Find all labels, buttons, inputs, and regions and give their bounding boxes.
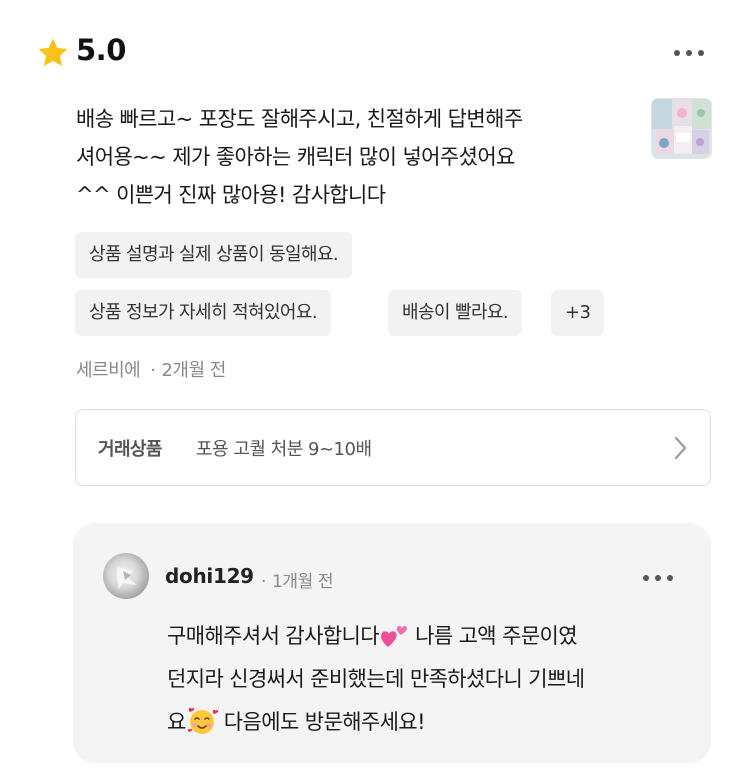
product-label: 거래상품 [98,439,162,460]
seller-avatar[interactable] [103,553,149,599]
review-meta: 세르비에 · 2개월 전 [76,356,226,382]
rating-score: 5.0 [76,33,126,67]
reply-line: 구매해주셔서 감사합니다 나름 고액 주문이였 [167,615,697,658]
separator: · [150,360,156,381]
reply-text-segment: 요 [167,710,186,734]
reply-text-segment: 다음에도 방문해주세요! [217,710,426,734]
reply-line: 요 다음에도 방문해주세요! [167,701,697,744]
chevron-right-icon [674,436,687,460]
review-tag: 상품 정보가 자세히 적혀있어요. [75,290,331,336]
reply-time: · 1개월 전 [261,567,334,592]
reply-text: 구매해주셔서 감사합니다 나름 고액 주문이였 던지라 신경써서 준비했는데 만… [167,615,697,744]
reply-text-segment: 나름 고액 주문이였 [409,624,578,648]
reply-text-segment: 구매해주셔서 감사합니다 [167,624,380,648]
review-tag: 배송이 빨라요. [388,290,523,336]
seller-name[interactable]: dohi129 [165,564,254,588]
seller-reply: dohi129 · 1개월 전 구매해주셔서 감사합니다 나름 고액 주문이였 던… [73,523,711,763]
avatar-image [117,567,137,589]
review-line: 배송 빠르고~ 포장도 잘해주시고, 친절하게 답변해주 [76,107,523,131]
smiling-face-with-hearts-emoji [187,707,218,734]
reply-time-value: 1개월 전 [272,572,334,592]
review-line: 셔어용~~ 제가 좋아하는 캐릭터 많이 넣어주셨어요 [76,145,515,169]
review-tag: 상품 설명과 실제 상품이 동일해요. [75,232,353,278]
star-icon [38,38,68,67]
product-name: 포용 고퀄 처분 9~10배 [196,439,372,460]
separator: · [261,572,267,592]
reply-more-options-icon[interactable] [643,575,673,581]
review-line: ^^ 이쁜거 진짜 많아용! 감사합니다 [76,183,386,207]
more-options-icon[interactable] [674,50,704,56]
more-tags-badge[interactable]: +3 [551,290,605,336]
traded-product-link[interactable]: 거래상품 포용 고퀄 처분 9~10배 [75,409,711,486]
review-text: 배송 빠르고~ 포장도 잘해주시고, 친절하게 답변해주 셔어용~~ 제가 좋아… [76,100,636,214]
photo-image [652,99,711,158]
review-time: 2개월 전 [161,360,226,381]
review-author: 세르비에 [76,360,141,381]
review-photo-thumbnail[interactable] [651,98,712,159]
two-hearts-emoji [381,625,407,647]
reply-line: 던지라 신경써서 준비했는데 만족하셨다니 기쁘네 [167,667,585,691]
